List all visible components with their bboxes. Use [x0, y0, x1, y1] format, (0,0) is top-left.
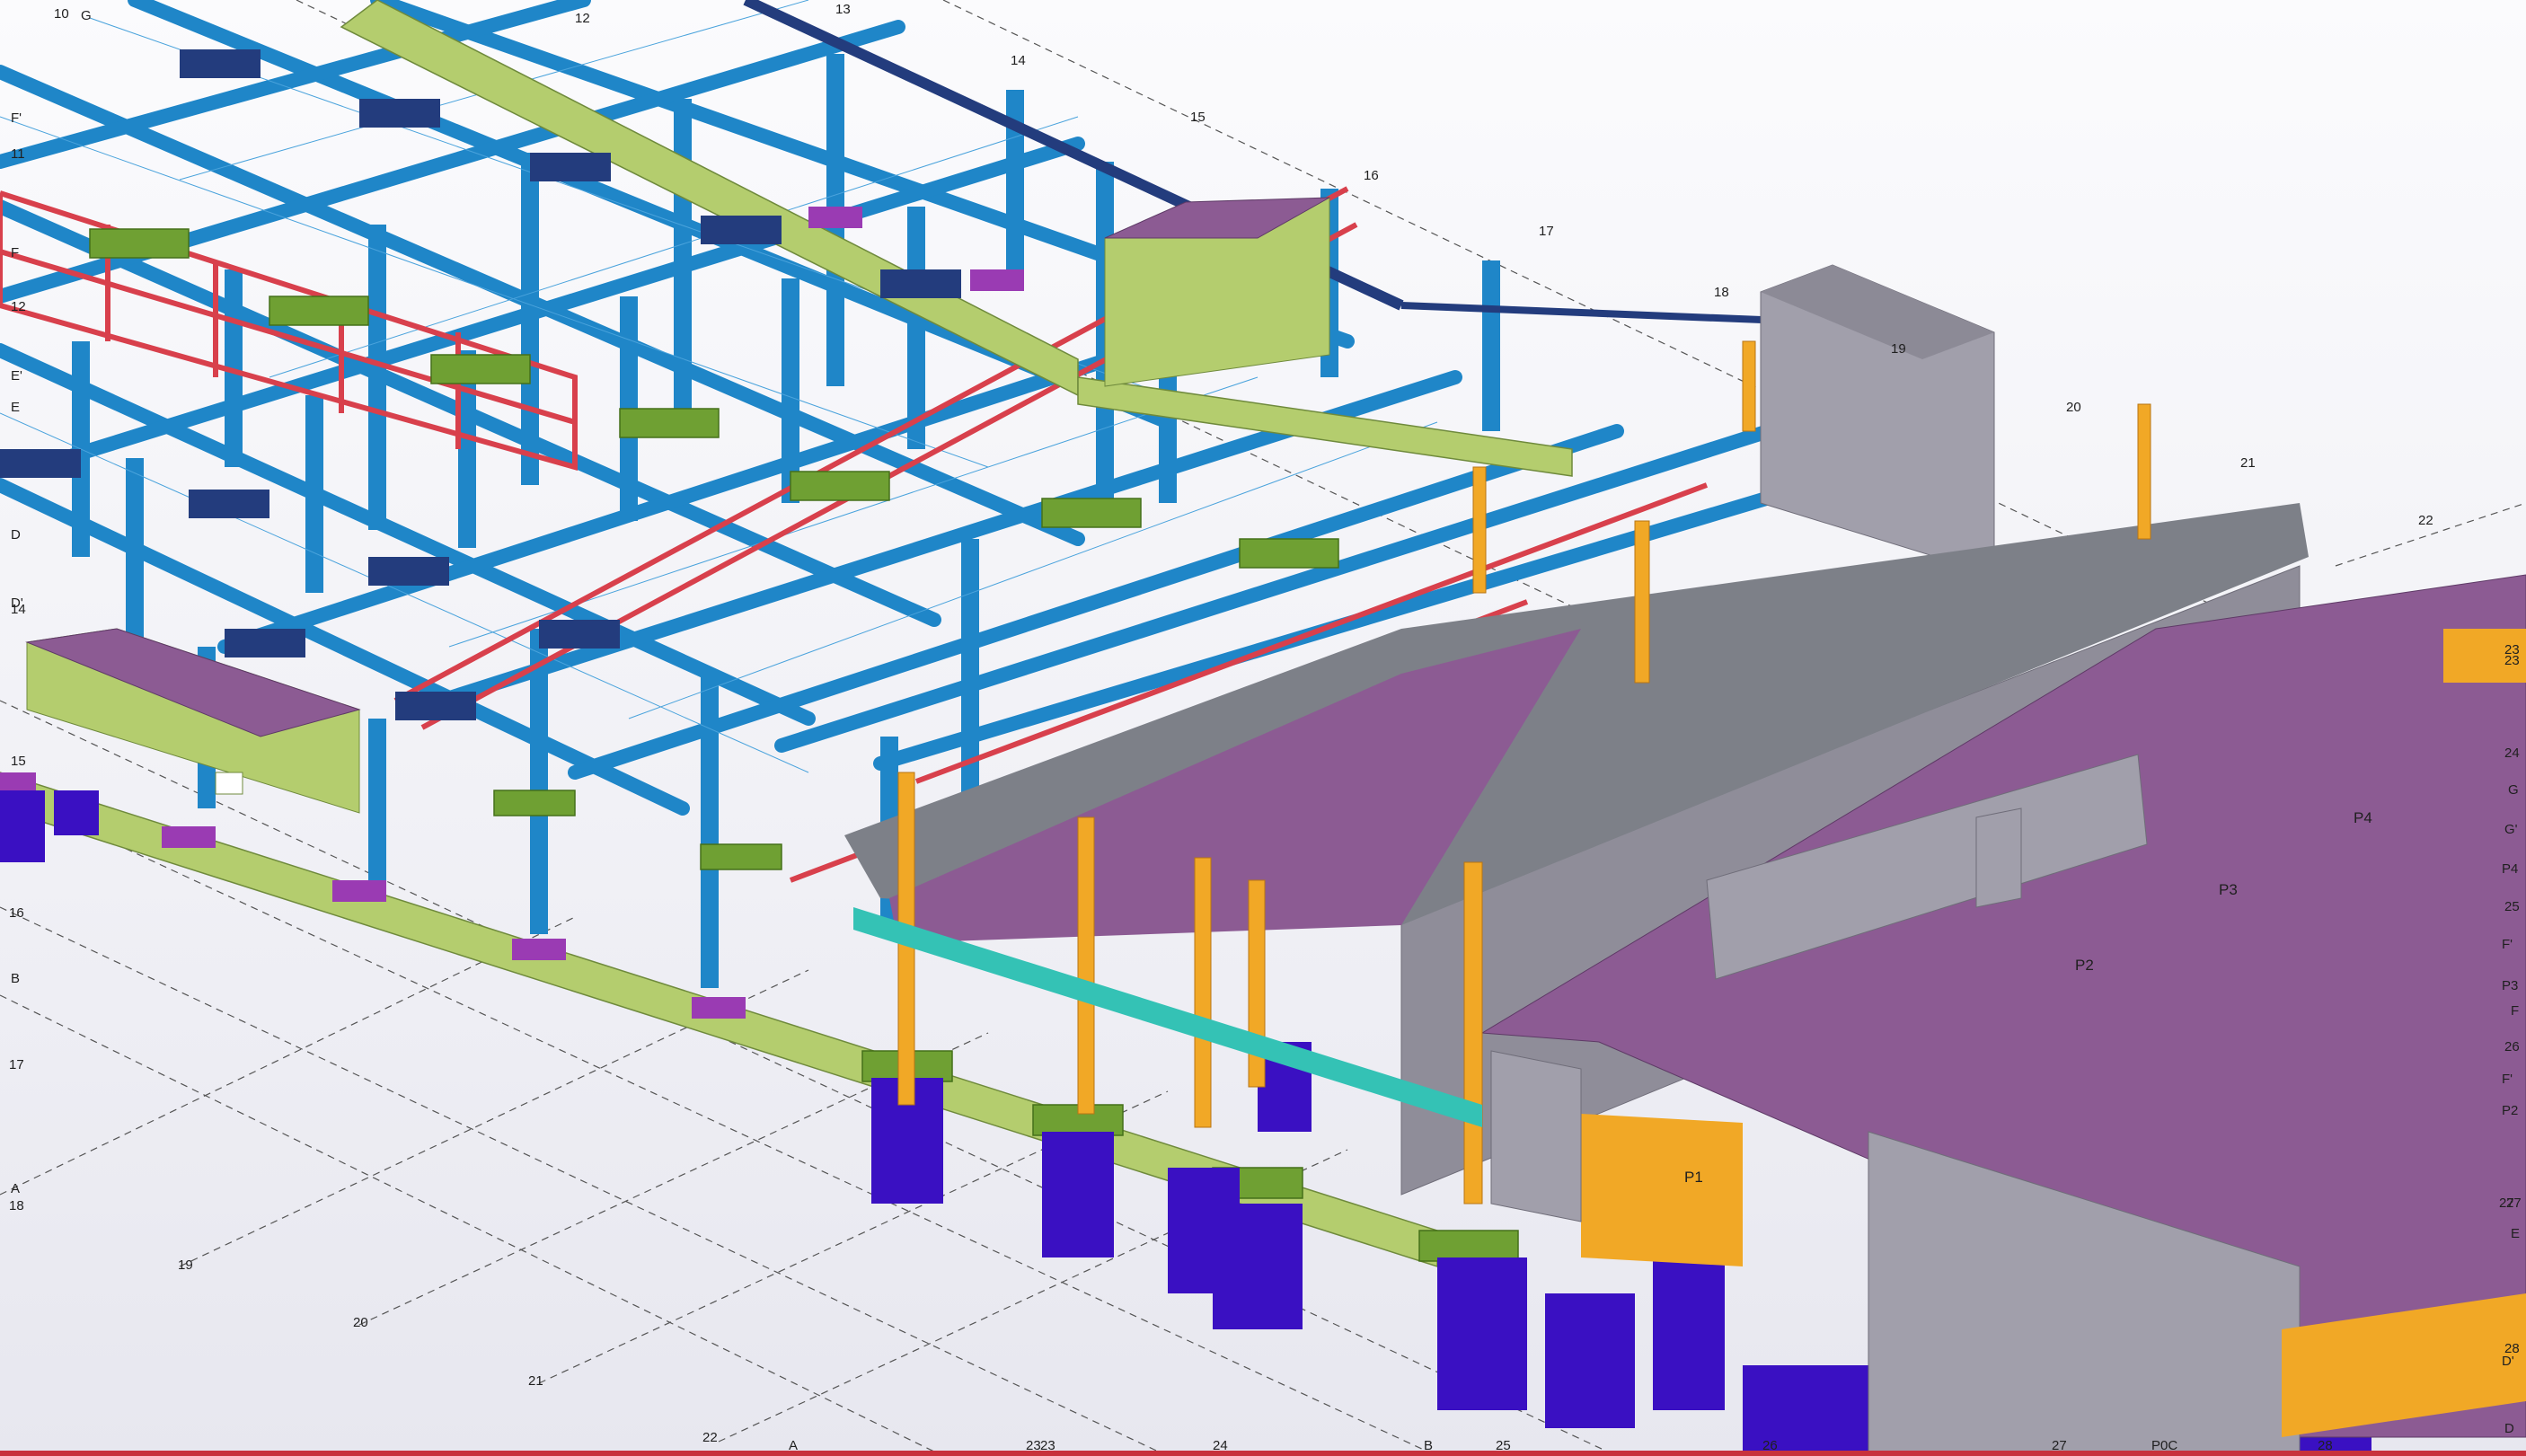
grid-label: 18 [9, 1198, 24, 1213]
grid-label: F [2511, 1003, 2519, 1019]
grid-label: 22 [2418, 513, 2433, 528]
grid-label: 19 [1891, 341, 1906, 357]
grid-label: 12 [11, 299, 26, 314]
grid-label: 10 [54, 6, 69, 22]
grid-label: 12 [575, 11, 590, 26]
grid-label: 22 [702, 1430, 718, 1445]
grid-label: 17 [1539, 224, 1554, 239]
zone-label-p4: P4 [2354, 809, 2372, 826]
grid-label: F' [2502, 1072, 2513, 1087]
grid-label: D [11, 527, 21, 543]
grid-label: E' [11, 368, 22, 384]
grid-label: 18 [1714, 285, 1729, 300]
grid-label: A [11, 1181, 20, 1196]
grid-label: 15 [1190, 110, 1206, 125]
grid-label: D [2504, 1421, 2514, 1436]
grid-label: P4 [2502, 861, 2518, 877]
grid-label: 19 [178, 1257, 193, 1273]
grid-label: 11 [11, 146, 25, 162]
stair-tower [1760, 264, 1995, 576]
grid-label: 20 [2066, 400, 2081, 415]
grid-label: 14 [11, 602, 26, 617]
grid-label: 24 [2504, 746, 2520, 761]
grid-label: 23 [2504, 653, 2520, 668]
grid-label: 16 [1364, 168, 1379, 183]
status-bar [0, 1451, 2526, 1456]
grid-label: P2 [2502, 1103, 2518, 1118]
grid-label: 21 [2240, 455, 2256, 471]
grid-label: F' [2502, 937, 2513, 952]
grid-label: E [11, 400, 20, 415]
grid-label: E [2511, 1226, 2520, 1241]
grid-label: 17 [9, 1057, 24, 1072]
grid-label: F' [11, 110, 22, 126]
grid-label: G' [2504, 822, 2518, 837]
grid-label: 27 [2506, 1196, 2522, 1211]
zone-label-p1: P1 [1684, 1169, 1703, 1186]
grid-label: D' [2502, 1354, 2514, 1369]
grid-label: B [11, 971, 20, 986]
zone-label-p2: P2 [2075, 957, 2094, 974]
grid-label: 14 [1011, 53, 1026, 68]
zone-label-p3: P3 [2219, 881, 2238, 898]
model-viewport[interactable]: 10 12 13 14 15 16 17 18 19 20 21 22 16 1… [0, 0, 2526, 1456]
building-lower-left [25, 628, 361, 814]
grid-label: F [11, 245, 19, 260]
pile-caps [0, 207, 1024, 1019]
structural-model-3d[interactable]: 10 12 13 14 15 16 17 18 19 20 21 22 16 1… [0, 0, 2526, 1456]
grid-label: P3 [2502, 978, 2518, 993]
grid-label: G [2508, 782, 2519, 798]
building-upper [1104, 197, 1330, 387]
grid-label: 25 [2504, 899, 2520, 914]
grid-label: 16 [9, 905, 24, 921]
grid-label: 26 [2504, 1039, 2520, 1054]
grid-label: 15 [11, 754, 26, 769]
grid-label: 13 [835, 2, 851, 17]
grid-label: G [81, 8, 92, 23]
grid-labels-left: G F' 11 F 12 E' E D D' 14 15 B A [11, 8, 92, 1196]
grid-label: 20 [353, 1315, 368, 1330]
grid-label: 21 [528, 1373, 543, 1389]
